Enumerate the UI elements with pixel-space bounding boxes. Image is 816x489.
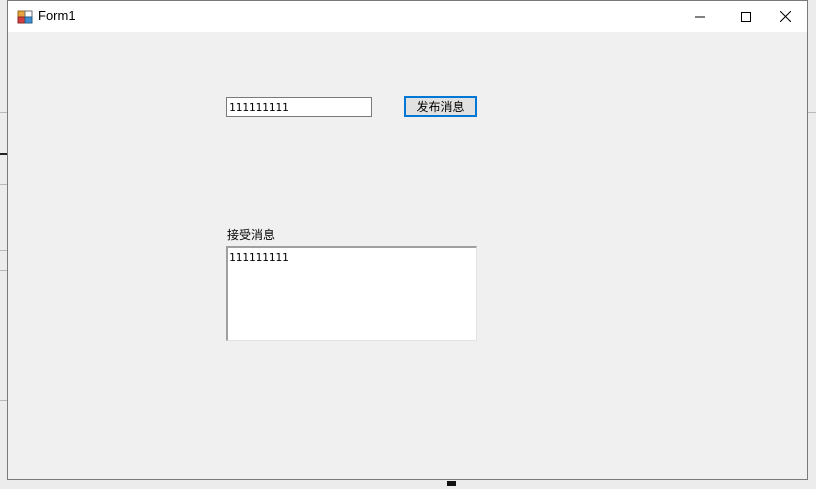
background-divider (0, 112, 7, 113)
background-divider (808, 112, 816, 113)
background-mark (0, 153, 7, 155)
background-divider (0, 400, 7, 401)
background-divider (0, 270, 7, 271)
background-divider (0, 250, 7, 251)
title-bar[interactable]: Form1 (8, 1, 807, 32)
background-mark (447, 481, 456, 486)
minimize-button[interactable] (677, 1, 723, 32)
close-button[interactable] (762, 1, 808, 32)
receive-message-textarea[interactable]: 111111111 (226, 246, 477, 341)
receive-message-label: 接受消息 (227, 228, 276, 242)
window-title: Form1 (38, 8, 76, 23)
app-icon[interactable] (17, 9, 33, 25)
background-divider (0, 184, 7, 185)
publish-message-input[interactable] (226, 97, 372, 117)
publish-message-button[interactable]: 发布消息 (404, 96, 477, 117)
minimize-icon (695, 16, 705, 17)
form1-window: Form1 发布消息 接受消息 111111111 (7, 0, 808, 480)
close-icon (779, 11, 791, 22)
maximize-icon (741, 11, 751, 22)
